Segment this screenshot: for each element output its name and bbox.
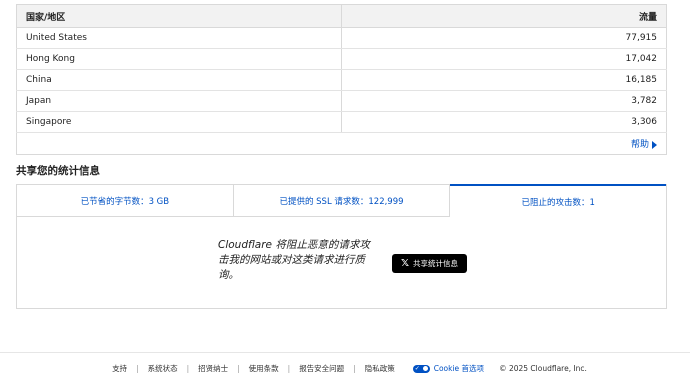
footer-divider: [0, 352, 690, 353]
table-row: Japan 3,782: [16, 90, 667, 112]
column-header-flow: 流量: [341, 4, 667, 28]
table-row: Singapore 3,306: [16, 111, 667, 133]
country-cell: China: [16, 69, 342, 91]
tab-ssl-requests[interactable]: 已提供的 SSL 请求数：122,999: [233, 185, 451, 217]
footer-link-status[interactable]: 系统状态: [139, 363, 187, 374]
traffic-table: 国家/地区 流量 United States 77,915 Hong Kong …: [16, 4, 667, 155]
cookie-preferences-link[interactable]: ✓ Cookie 首选项: [404, 363, 493, 374]
footer-link-careers[interactable]: 招贤纳士: [189, 363, 237, 374]
footer-link-privacy[interactable]: 隐私政策: [356, 363, 404, 374]
country-cell: Singapore: [16, 111, 342, 133]
table-row: Hong Kong 17,042: [16, 48, 667, 70]
page: 国家/地区 流量 United States 77,915 Hong Kong …: [0, 0, 690, 383]
table-row: United States 77,915: [16, 27, 667, 49]
help-link[interactable]: 帮助: [631, 137, 657, 150]
flow-cell: 17,042: [341, 48, 667, 70]
x-logo-icon: 𝕏: [400, 257, 410, 269]
copyright: © 2025 Cloudflare, Inc.: [499, 364, 587, 373]
tab-bytes-saved[interactable]: 已节省的字节数：3 GB: [17, 185, 234, 217]
country-cell: Japan: [16, 90, 342, 112]
tab-attacks-blocked[interactable]: 已阻止的攻击数：1: [450, 184, 667, 217]
footer-link-support[interactable]: 支持: [103, 363, 136, 374]
footer: 支持 | 系统状态 | 招贤纳士 | 使用条款 | 报告安全问题 | 隐私政策 …: [0, 363, 690, 374]
stats-section-title: 共享您的统计信息: [16, 165, 100, 177]
share-stats-button[interactable]: 𝕏 共享统计信息: [392, 254, 467, 273]
share-description: Cloudflare 将阻止恶意的请求攻击我的网站或对这类请求进行质询。: [218, 239, 370, 281]
help-link-label: 帮助: [630, 140, 649, 150]
help-row: 帮助: [16, 132, 667, 155]
flow-cell: 3,782: [341, 90, 667, 112]
stats-tabs: 已节省的字节数：3 GB 已提供的 SSL 请求数：122,999 已阻止的攻击…: [17, 184, 667, 217]
table-row: China 16,185: [16, 69, 667, 91]
privacy-toggle-icon: ✓: [412, 364, 430, 373]
flow-cell: 16,185: [341, 69, 667, 91]
table-header-row: 国家/地区 流量: [16, 4, 667, 28]
flow-cell: 3,306: [341, 111, 667, 133]
tab-panel-attacks: Cloudflare 将阻止恶意的请求攻击我的网站或对这类请求进行质询。 𝕏 共…: [17, 217, 666, 309]
column-header-country: 国家/地区: [16, 4, 342, 28]
cookie-preferences-label: Cookie 首选项: [433, 364, 485, 373]
share-button-label: 共享统计信息: [413, 259, 459, 268]
country-cell: United States: [16, 27, 342, 49]
country-cell: Hong Kong: [16, 48, 342, 70]
footer-link-security[interactable]: 报告安全问题: [290, 363, 353, 374]
flow-cell: 77,915: [341, 27, 667, 49]
stats-panel: 已节省的字节数：3 GB 已提供的 SSL 请求数：122,999 已阻止的攻击…: [16, 184, 667, 309]
footer-link-terms[interactable]: 使用条款: [240, 363, 288, 374]
caret-right-icon: [652, 140, 657, 149]
